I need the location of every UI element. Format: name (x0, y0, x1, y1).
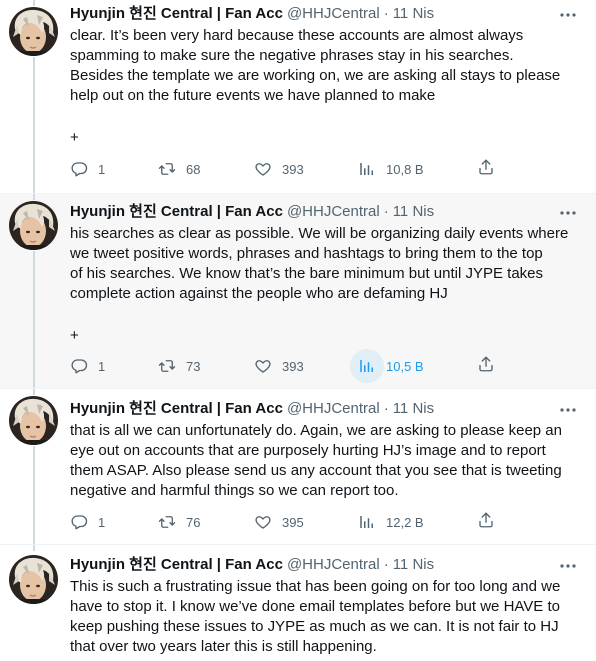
like-count: 393 (282, 358, 304, 374)
tweet[interactable]: Hyunjin 현진 Central | Fan Acc @HHJCentral… (0, 0, 596, 193)
tweet[interactable]: Hyunjin 현진 Central | Fan Acc @HHJCentral… (0, 194, 596, 388)
avatar[interactable] (9, 396, 58, 445)
like-count: 395 (282, 514, 304, 530)
author-handle[interactable]: @HHJCentral (287, 4, 380, 24)
share-icon (477, 158, 495, 181)
show-more-plus[interactable]: + (70, 328, 79, 343)
avatar[interactable] (9, 555, 58, 604)
tweet-text: clear. It’s been very hard because these… (70, 27, 561, 104)
retweet-button[interactable]: 73 (150, 349, 200, 383)
like-icon (246, 505, 280, 539)
views-count: 10,8 B (386, 161, 424, 177)
author-name[interactable]: Hyunjin 현진 Central | Fan Acc (70, 202, 283, 222)
thread-line (33, 389, 35, 395)
like-button[interactable]: 393 (246, 152, 304, 186)
more-options-icon[interactable] (558, 400, 578, 420)
avatar[interactable] (9, 201, 58, 250)
more-options-icon[interactable] (558, 5, 578, 25)
tweet-header: Hyunjin 현진 Central | Fan Acc @HHJCentral… (70, 202, 434, 222)
tweet-text: This is such a frustrating issue that ha… (70, 578, 561, 655)
retweet-button[interactable]: 68 (150, 152, 200, 186)
views-button[interactable]: 12,2 B (350, 505, 424, 539)
views-count: 12,2 B (386, 514, 424, 530)
tweet[interactable]: Hyunjin 현진 Central | Fan Acc @HHJCentral… (0, 389, 596, 544)
reply-count: 1 (98, 161, 106, 177)
views-icon (350, 505, 384, 539)
tweet-time[interactable]: 11 Nis (393, 4, 434, 24)
reply-count: 1 (98, 514, 106, 530)
tweet[interactable]: Hyunjin 현진 Central | Fan Acc @HHJCentral… (0, 545, 596, 661)
retweet-button[interactable]: 76 (150, 505, 200, 539)
reply-icon (62, 152, 96, 186)
like-icon (246, 152, 280, 186)
author-handle[interactable]: @HHJCentral (287, 399, 380, 419)
thread-line (33, 57, 35, 193)
show-more-plus[interactable]: + (70, 130, 79, 145)
like-count: 393 (282, 161, 304, 177)
tweet-header: Hyunjin 현진 Central | Fan Acc @HHJCentral… (70, 4, 434, 24)
avatar[interactable] (9, 7, 58, 56)
reply-button[interactable]: 1 (62, 152, 105, 186)
share-icon (477, 355, 495, 378)
reply-icon (62, 349, 96, 383)
thread-line (33, 446, 35, 544)
separator-dot: · (383, 5, 389, 22)
views-count: 10,5 B (386, 358, 424, 374)
tweet-actions: 1 76 395 12,2 B (62, 505, 522, 539)
share-button[interactable] (469, 349, 503, 383)
tweet-actions: 1 73 393 10,5 B (62, 349, 522, 383)
like-button[interactable]: 395 (246, 505, 304, 539)
author-name[interactable]: Hyunjin 현진 Central | Fan Acc (70, 555, 283, 575)
views-button[interactable]: 10,8 B (350, 152, 424, 186)
tweet-actions: 1 68 393 10,8 B (62, 152, 522, 186)
retweet-icon (150, 349, 184, 383)
thread-line (33, 194, 35, 200)
retweet-count: 68 (186, 161, 201, 177)
separator-dot: · (383, 400, 389, 417)
tweet-time[interactable]: 11 Nis (393, 555, 434, 575)
author-name[interactable]: Hyunjin 현진 Central | Fan Acc (70, 4, 283, 24)
separator-dot: · (383, 203, 389, 220)
author-handle[interactable]: @HHJCentral (287, 555, 380, 575)
like-button[interactable]: 393 (246, 349, 304, 383)
thread-line (33, 545, 35, 551)
author-handle[interactable]: @HHJCentral (287, 202, 380, 222)
retweet-icon (150, 152, 184, 186)
tweet-time[interactable]: 11 Nis (393, 202, 434, 222)
share-button[interactable] (469, 505, 503, 539)
reply-button[interactable]: 1 (62, 349, 105, 383)
share-icon (477, 511, 495, 534)
like-icon (246, 349, 280, 383)
tweet-header: Hyunjin 현진 Central | Fan Acc @HHJCentral… (70, 555, 434, 575)
views-icon (350, 349, 384, 383)
views-button[interactable]: 10,5 B (350, 349, 424, 383)
views-icon (350, 152, 384, 186)
tweet-time[interactable]: 11 Nis (393, 399, 434, 419)
more-options-icon[interactable] (558, 203, 578, 223)
separator-dot: · (383, 556, 389, 573)
retweet-icon (150, 505, 184, 539)
thread-line (33, 0, 35, 6)
reply-button[interactable]: 1 (62, 505, 105, 539)
tweet-header: Hyunjin 현진 Central | Fan Acc @HHJCentral… (70, 399, 434, 419)
retweet-count: 76 (186, 514, 201, 530)
author-name[interactable]: Hyunjin 현진 Central | Fan Acc (70, 399, 283, 419)
tweet-text: that is all we can unfortunately do. Aga… (70, 422, 562, 499)
reply-icon (62, 505, 96, 539)
share-button[interactable] (469, 152, 503, 186)
tweet-text: his searches as clear as possible. We wi… (70, 225, 569, 302)
more-options-icon[interactable] (558, 556, 578, 576)
reply-count: 1 (98, 358, 106, 374)
retweet-count: 73 (186, 358, 201, 374)
thread-line (33, 251, 35, 388)
